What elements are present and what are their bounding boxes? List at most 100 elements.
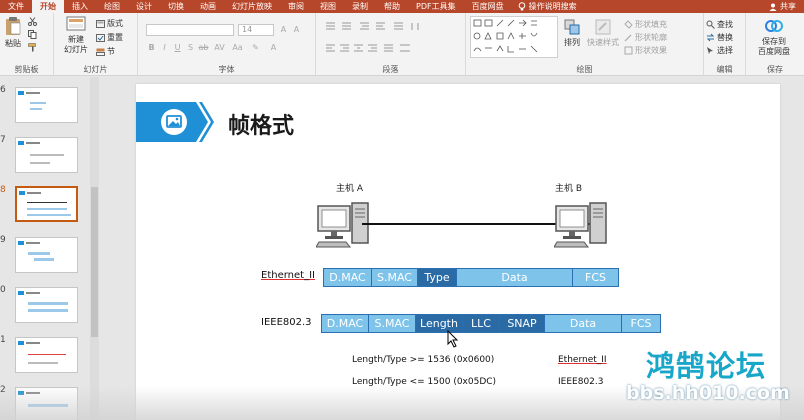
font-color-icon[interactable]: A <box>268 42 279 53</box>
select-label: 选择 <box>717 46 733 55</box>
paste-button[interactable]: 粘贴 <box>2 16 24 49</box>
effects-icon <box>624 46 633 55</box>
section-button[interactable]: 节 <box>96 46 115 57</box>
share-button[interactable]: 共享 <box>769 1 804 12</box>
field-smac: S.MAC <box>371 268 418 287</box>
editing-group-label: 编辑 <box>716 65 733 74</box>
lightbulb-icon <box>518 2 525 11</box>
replace-label: 替换 <box>717 33 733 42</box>
tab-record[interactable]: 录制 <box>344 0 376 13</box>
font-size-combo[interactable]: 14 <box>238 24 274 36</box>
copy-icon <box>28 30 37 39</box>
tab-file[interactable]: 文件 <box>0 0 32 13</box>
shape-outline-button[interactable]: 形状轮廓 <box>624 32 667 43</box>
note-result: Ethernet_II <box>558 355 607 365</box>
field-data: Data <box>456 268 573 287</box>
quick-styles-button[interactable]: 快速样式 <box>586 19 620 48</box>
host-b-label: 主机 B <box>555 184 583 194</box>
paint-bucket-icon <box>624 20 633 29</box>
ethernet-ii-frame: D.MAC S.MAC Type Data FCS <box>323 268 619 287</box>
ethernet-ii-label: Ethernet_II <box>261 270 315 281</box>
tab-help[interactable]: 帮助 <box>376 0 408 13</box>
tab-insert[interactable]: 插入 <box>64 0 96 13</box>
tab-pdf-tools[interactable]: PDF工具集 <box>408 0 464 13</box>
slide-thumbnail[interactable] <box>15 287 78 323</box>
clipboard-icon <box>6 17 21 35</box>
field-fcs: FCS <box>621 314 661 333</box>
scrollbar-thumb[interactable] <box>91 187 98 337</box>
slide-thumbnail[interactable] <box>15 237 78 273</box>
arrange-button[interactable]: 排列 <box>562 19 582 48</box>
replace-button[interactable]: 替换 <box>706 32 733 43</box>
tab-design[interactable]: 设计 <box>128 0 160 13</box>
tab-review[interactable]: 审阅 <box>280 0 312 13</box>
tab-animations[interactable]: 动画 <box>192 0 224 13</box>
highlight-icon[interactable]: ✎ <box>250 42 261 53</box>
font-group-label: 字体 <box>218 65 235 74</box>
field-llc: LLC <box>462 314 500 333</box>
thumbnail-scrollbar[interactable] <box>90 77 99 420</box>
change-case-icon[interactable]: Aa <box>232 42 243 53</box>
layout-button[interactable]: 版式 <box>96 18 123 29</box>
quick-styles-icon <box>595 19 611 35</box>
slide-thumbnail-selected[interactable] <box>15 186 78 222</box>
char-spacing-icon[interactable]: AV <box>214 42 225 53</box>
new-slide-icon <box>66 16 86 31</box>
new-slide-button[interactable]: 新建 幻灯片 <box>58 16 94 55</box>
tab-draw[interactable]: 绘图 <box>96 0 128 13</box>
strikethrough-icon[interactable]: ab <box>198 42 209 53</box>
field-smac: S.MAC <box>368 314 416 333</box>
host-a-label: 主机 A <box>336 184 364 194</box>
format-painter-button[interactable] <box>28 43 37 52</box>
slides-group: 新建 幻灯片 版式 重置 节 幻灯片 <box>54 13 138 76</box>
slide-thumbnail[interactable] <box>15 337 78 373</box>
shape-effects-button[interactable]: 形状效果 <box>624 45 667 56</box>
scissors-icon <box>28 17 37 26</box>
watermark-name: 鸿鹄论坛 <box>646 349 767 383</box>
clipboard-group-label: 剪贴板 <box>14 65 39 74</box>
slide-thumbnail-pane[interactable]: 6 7 8 9 0 1 2 <box>0 77 103 420</box>
grow-font-icon[interactable]: A <box>278 24 289 35</box>
thumb-number-selected: 8 <box>0 185 6 195</box>
find-button[interactable]: 查找 <box>706 19 733 30</box>
field-type: Type <box>417 268 457 287</box>
reset-button[interactable]: 重置 <box>96 32 123 43</box>
reset-label: 重置 <box>107 33 123 42</box>
arrange-icon <box>564 19 580 35</box>
underline-icon[interactable]: U <box>172 42 183 53</box>
tab-view[interactable]: 视图 <box>312 0 344 13</box>
thumb-number: 6 <box>0 85 6 95</box>
bold-icon[interactable]: B <box>146 42 157 53</box>
tab-baidu-netdisk[interactable]: 百度网盘 <box>464 0 512 13</box>
italic-icon[interactable]: I <box>159 42 170 53</box>
clipboard-group: 粘贴 剪贴板 <box>0 13 54 76</box>
paste-label: 粘贴 <box>5 39 21 48</box>
ieee-802-3-frame: D.MAC S.MAC Length LLC SNAP Data FCS <box>321 314 661 333</box>
ieee-802-3-label: IEEE802.3 <box>261 317 312 328</box>
tab-transitions[interactable]: 切换 <box>160 0 192 13</box>
replace-icon <box>706 33 715 42</box>
copy-button[interactable] <box>28 30 37 39</box>
layout-icon <box>96 19 105 28</box>
slides-group-label: 幻灯片 <box>83 65 108 74</box>
save-group: 保存到 百度网盘 保存 <box>746 13 804 76</box>
paragraph-controls-icon[interactable] <box>324 21 454 57</box>
thumb-number: 9 <box>0 235 6 245</box>
font-name-combo[interactable] <box>146 24 234 36</box>
slide-thumbnail[interactable] <box>15 137 78 173</box>
shadow-icon[interactable]: S <box>185 42 196 53</box>
tab-home[interactable]: 开始 <box>32 0 64 13</box>
ribbon-tab-bar: 文件 开始 插入 绘图 设计 切换 动画 幻灯片放映 审阅 视图 录制 帮助 P… <box>0 0 804 13</box>
save-to-baidu-button[interactable]: 保存到 百度网盘 <box>748 18 800 57</box>
shapes-gallery[interactable] <box>470 16 558 58</box>
slide-thumbnail[interactable] <box>15 87 78 123</box>
field-fcs: FCS <box>572 268 619 287</box>
shape-fill-button[interactable]: 形状填充 <box>624 19 667 30</box>
field-data: Data <box>544 314 622 333</box>
tell-me-search[interactable]: 操作说明搜索 <box>512 1 583 12</box>
shrink-font-icon[interactable]: A <box>291 24 302 35</box>
cut-button[interactable] <box>28 17 37 26</box>
select-button[interactable]: 选择 <box>706 45 733 56</box>
tab-slideshow[interactable]: 幻灯片放映 <box>224 0 280 13</box>
new-slide-label: 新建 幻灯片 <box>64 35 88 54</box>
